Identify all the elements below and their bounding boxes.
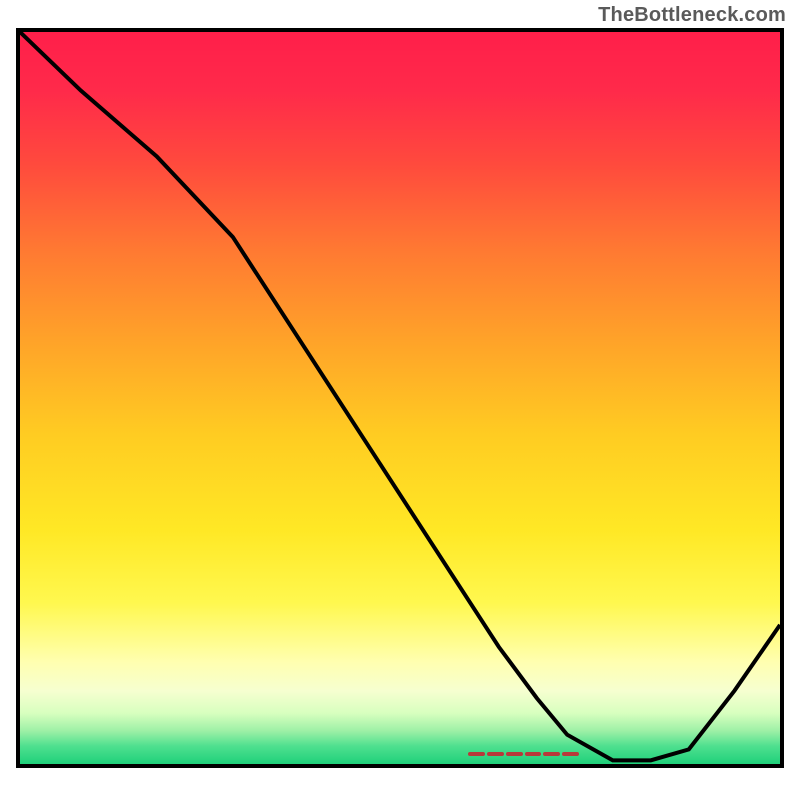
marker-dash xyxy=(543,752,560,756)
marker-dash xyxy=(562,752,579,756)
plot-outer xyxy=(16,28,784,784)
plot-frame xyxy=(16,28,784,768)
marker-dash xyxy=(487,752,504,756)
baseline-highlight-marker xyxy=(468,752,578,756)
marker-dash xyxy=(506,752,523,756)
marker-dash xyxy=(468,752,485,756)
chart-stage: TheBottleneck.com xyxy=(0,0,800,800)
data-curve xyxy=(20,32,780,764)
marker-dash xyxy=(525,752,542,756)
watermark-text: TheBottleneck.com xyxy=(598,4,786,27)
